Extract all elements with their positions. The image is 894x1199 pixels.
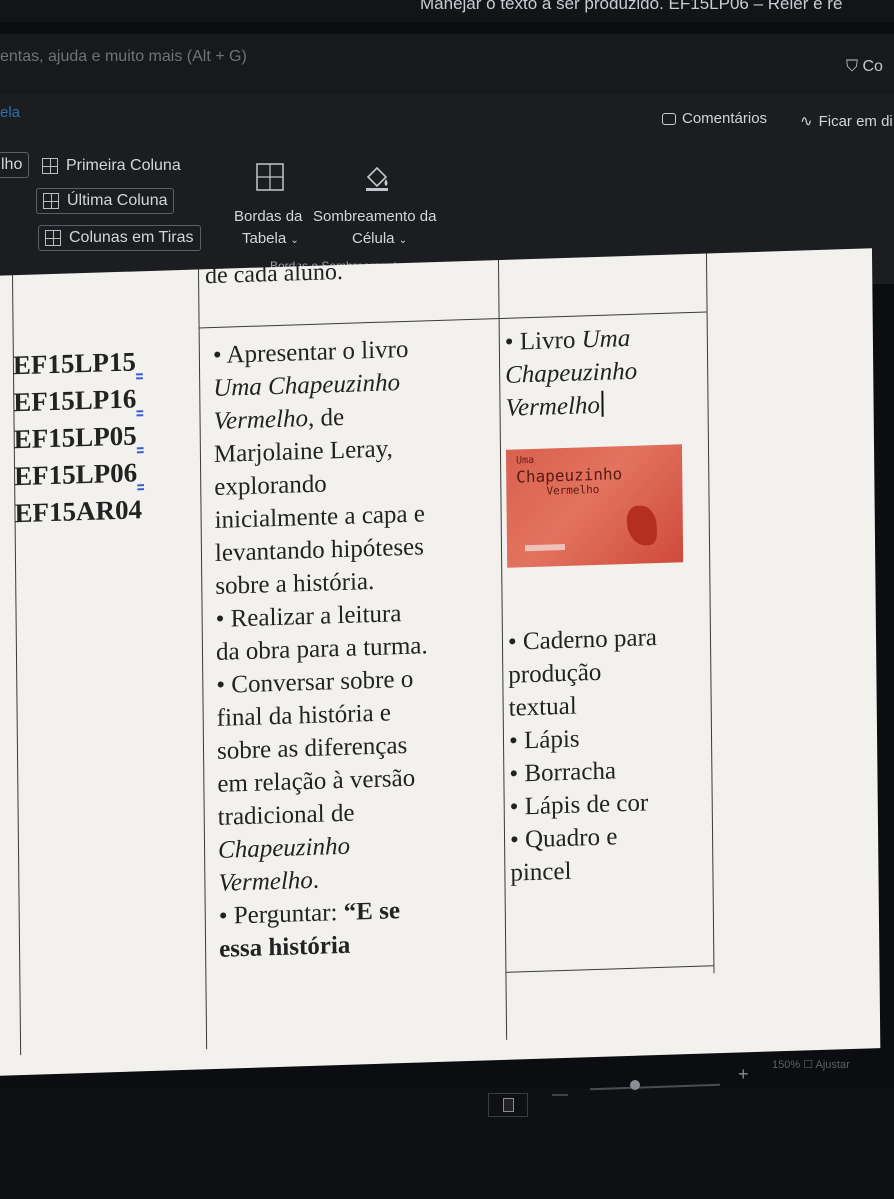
- wolf-illustration: [626, 505, 658, 547]
- activities-cell[interactable]: • Apresentar o livro Uma Chapeuzinho Ver…: [213, 330, 500, 966]
- chevron-down-icon: ⌄: [290, 235, 299, 246]
- resource-line: Vermelho: [505, 386, 695, 425]
- cell-shading-label-1: Sombreamento da: [313, 208, 437, 225]
- code-item: EF15AR04: [14, 494, 143, 529]
- comment-icon: [662, 112, 676, 125]
- previous-row-text: de cada aluno.: [204, 258, 344, 290]
- cover-subtitle: Vermelho: [546, 482, 600, 498]
- resources-cell[interactable]: • Livro Uma Chapeuzinho Vermelho: [505, 320, 696, 425]
- tab-table-design[interactable]: ela: [0, 104, 20, 121]
- table-grid-icon: [45, 230, 61, 246]
- cell-shading-button[interactable]: Sombreamento da: [313, 208, 436, 225]
- table-borders-label-2: Tabela: [242, 230, 287, 247]
- header-row-label: lho: [1, 156, 23, 173]
- zoom-out-button[interactable]: —: [552, 1086, 568, 1104]
- code-item: EF15LP16: [13, 383, 137, 418]
- document-page[interactable]: de cada aluno. EF15LP15 EF15LP16 EF15LP0…: [0, 248, 881, 1076]
- table-bottom-border: [505, 965, 714, 973]
- last-column-option[interactable]: Última Coluna: [36, 188, 175, 214]
- code-item: EF15LP05: [13, 420, 137, 455]
- header-row-option[interactable]: lho: [0, 152, 30, 178]
- cell-shading-icon: [366, 166, 388, 191]
- table-grid-icon: [42, 158, 58, 174]
- last-column-label: Última Coluna: [67, 192, 168, 209]
- bncc-codes-cell[interactable]: EF15LP15 EF15LP16 EF15LP05 EF15LP06 EF15…: [13, 343, 145, 532]
- cover-text: Uma: [516, 454, 535, 467]
- comments-label: Comentários: [682, 110, 768, 127]
- publisher-mark: [524, 543, 566, 552]
- code-item: EF15LP15: [12, 346, 137, 381]
- table-borders-icon: [256, 163, 284, 191]
- pulse-icon: ∿: [800, 113, 813, 130]
- material-item: pincel: [510, 857, 572, 887]
- first-column-option[interactable]: Primeira Coluna: [42, 157, 181, 175]
- table-border-right: [705, 253, 715, 974]
- zoom-level[interactable]: 150% ☐ Ajustar: [772, 1058, 850, 1071]
- search-input[interactable]: entas, ajuda e muito mais (Alt + G): [0, 48, 247, 66]
- text-cursor: [601, 390, 605, 417]
- banded-columns-option[interactable]: Colunas em Tiras: [38, 225, 201, 251]
- focus-button[interactable]: ∿ Ficar em di: [800, 112, 893, 131]
- book-cover-image[interactable]: Uma Chapeuzinho Vermelho: [505, 444, 684, 568]
- cell-shading-dropdown[interactable]: Célula ⌄: [352, 230, 407, 247]
- table-borders-button[interactable]: Bordas da: [234, 208, 302, 225]
- chevron-down-icon: ⌄: [398, 235, 408, 246]
- copilot-label: Co: [862, 58, 883, 75]
- table-borders-dropdown[interactable]: Tabela ⌄: [242, 230, 299, 247]
- copilot-button[interactable]: ⛉ Co: [846, 58, 883, 76]
- comments-button[interactable]: Comentários: [662, 110, 767, 127]
- zoom-in-button[interactable]: +: [738, 1064, 749, 1085]
- status-bar: [0, 1088, 894, 1199]
- code-item: EF15LP06: [13, 457, 138, 492]
- materials-list[interactable]: • Caderno para produção textual • Lápis …: [508, 620, 701, 890]
- focus-label: Ficar em di: [818, 112, 893, 130]
- page-icon: [502, 1098, 514, 1112]
- title-bar: Manejar o texto a ser produzido. EF15LP0…: [0, 0, 894, 22]
- cell-shading-label-2: Célula: [352, 230, 395, 247]
- banded-columns-label: Colunas em Tiras: [69, 229, 194, 246]
- table-borders-label-1: Bordas da: [234, 208, 303, 225]
- page-view-button[interactable]: [488, 1093, 528, 1117]
- diamond-icon: ⛉: [846, 58, 859, 75]
- first-column-label: Primeira Coluna: [66, 157, 181, 174]
- zoom-slider-handle[interactable]: [630, 1080, 640, 1090]
- document-title: Manejar o texto a ser produzido. EF15LP0…: [420, 0, 843, 13]
- table-grid-icon: [43, 193, 59, 209]
- table-border-col1: [197, 269, 208, 1050]
